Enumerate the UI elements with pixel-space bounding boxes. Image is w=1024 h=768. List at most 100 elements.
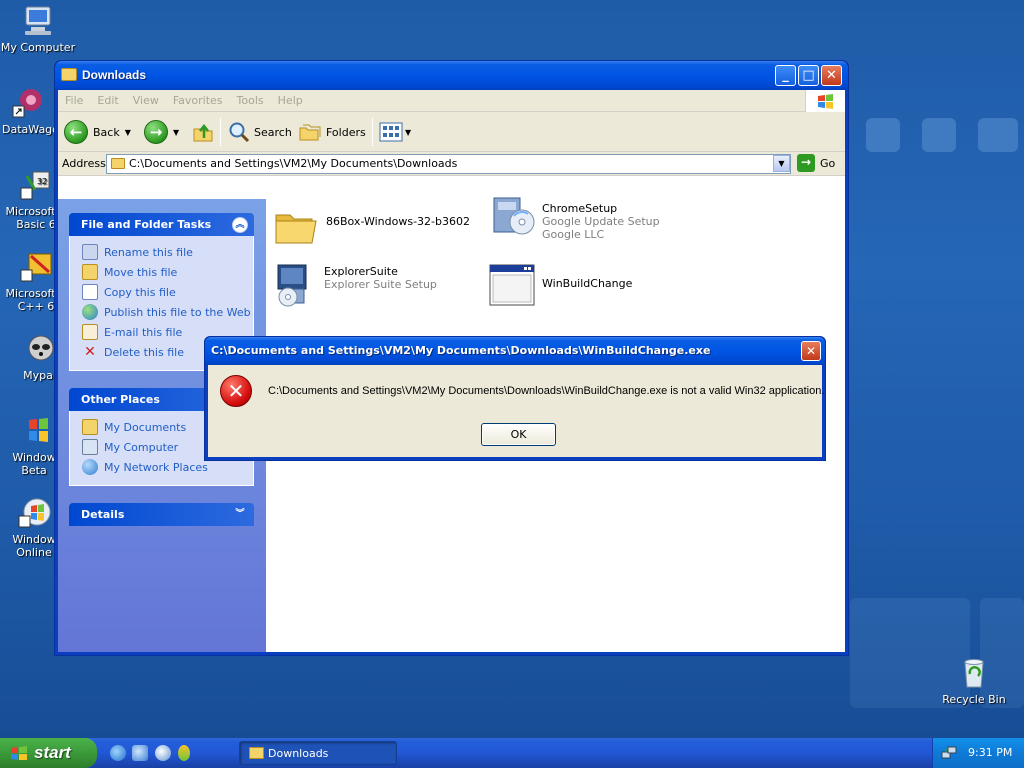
folders-button[interactable]: Folders <box>298 120 366 144</box>
computer-icon <box>21 4 55 38</box>
chevron-down-icon[interactable]: ▼ <box>773 155 790 172</box>
file-description: Google Update Setup <box>542 215 660 228</box>
vb6-icon: 32 <box>19 168 53 202</box>
svg-text:32: 32 <box>37 177 47 186</box>
computer-icon <box>82 439 98 455</box>
task-label: Publish this file to the Web <box>104 305 251 319</box>
task-label: Delete this file <box>104 345 184 359</box>
vcpp6-icon <box>19 250 53 284</box>
dialog-title: C:\Documents and Settings\VM2\My Documen… <box>211 344 711 357</box>
clock[interactable]: 9:31 PM <box>968 746 1012 759</box>
panel-header[interactable]: Details ︾ <box>69 503 254 526</box>
ok-button[interactable]: OK <box>481 423 556 446</box>
back-label: Back <box>93 125 120 139</box>
search-icon <box>229 122 250 143</box>
collapse-icon[interactable]: ︽ <box>232 217 248 233</box>
forward-button[interactable]: → ▼ <box>144 120 179 144</box>
address-label: Address <box>62 157 106 170</box>
taskbar-item-downloads[interactable]: Downloads <box>239 741 397 765</box>
file-name: ExplorerSuite <box>324 265 398 278</box>
address-value: C:\Documents and Settings\VM2\My Documen… <box>129 157 458 170</box>
internet-explorer-icon[interactable] <box>110 745 126 761</box>
start-button[interactable]: start <box>0 738 97 768</box>
chevron-down-icon[interactable]: ▼ <box>173 128 179 137</box>
outlook-express-icon[interactable] <box>132 745 148 761</box>
media-player-icon[interactable] <box>155 745 171 761</box>
file-item[interactable]: ExplorerSuite Explorer Suite Setup <box>270 259 437 307</box>
my-documents-icon <box>82 419 98 435</box>
toolbar-separator <box>372 118 373 146</box>
task-label: Copy this file <box>104 285 176 299</box>
move-icon <box>82 264 98 280</box>
task-label: E-mail this file <box>104 325 183 339</box>
delete-icon: ✕ <box>84 344 96 360</box>
chevron-down-icon[interactable]: ▼ <box>405 128 411 137</box>
back-button[interactable]: ← Back ▼ <box>64 120 131 144</box>
menu-view[interactable]: View <box>126 90 166 107</box>
window-titlebar[interactable]: Downloads _ □ ✕ <box>55 61 848 90</box>
error-message: C:\Documents and Settings\VM2\My Documen… <box>268 385 825 397</box>
start-label: start <box>34 743 71 762</box>
installer-cd-icon <box>488 188 536 236</box>
windows-flag-icon <box>17 414 51 448</box>
error-dialog[interactable]: C:\Documents and Settings\VM2\My Documen… <box>204 336 826 461</box>
task-move[interactable]: Move this file <box>82 262 253 282</box>
messenger-icon[interactable] <box>178 745 190 761</box>
address-input[interactable]: C:\Documents and Settings\VM2\My Documen… <box>106 154 791 174</box>
dialog-titlebar[interactable]: C:\Documents and Settings\VM2\My Documen… <box>205 337 825 365</box>
go-button[interactable]: → Go <box>797 154 835 172</box>
menu-favorites[interactable]: Favorites <box>166 90 230 107</box>
task-rename[interactable]: Rename this file <box>82 242 253 262</box>
minimize-button[interactable]: _ <box>775 65 796 86</box>
desktop-icon-label: Recycle Bin <box>942 693 1006 706</box>
place-label: My Computer <box>104 440 179 454</box>
chevron-down-icon[interactable]: ▼ <box>125 128 131 137</box>
forward-arrow-icon: → <box>144 120 168 144</box>
menu-edit[interactable]: Edit <box>90 90 125 107</box>
menu-tools[interactable]: Tools <box>230 90 271 107</box>
file-name: WinBuildChange <box>542 277 633 290</box>
dialog-close-button[interactable]: ✕ <box>801 341 821 361</box>
windows-flag-icon <box>11 746 27 760</box>
task-copy[interactable]: Copy this file <box>82 282 253 302</box>
windows-logo <box>805 90 845 112</box>
task-publish[interactable]: Publish this file to the Web <box>82 302 253 322</box>
file-item[interactable]: ChromeSetup Google Update Setup Google L… <box>488 188 660 241</box>
network-icon[interactable] <box>941 745 957 761</box>
file-item[interactable]: 86Box-Windows-32-b3602 <box>272 203 470 251</box>
views-button[interactable]: ▼ <box>379 120 411 144</box>
desktop-icon-my-computer[interactable]: My Computer <box>0 4 76 54</box>
details-panel: Details ︾ <box>69 503 254 526</box>
installer-cd-icon <box>270 259 318 307</box>
network-icon <box>82 459 98 475</box>
expand-icon[interactable]: ︾ <box>232 507 248 523</box>
views-icon <box>379 122 403 142</box>
address-bar: Address C:\Documents and Settings\VM2\My… <box>58 152 845 176</box>
raccoon-icon <box>21 332 55 366</box>
file-name: 86Box-Windows-32-b3602 <box>326 215 470 228</box>
close-button[interactable]: ✕ <box>821 65 842 86</box>
windows-online-icon <box>17 496 51 530</box>
file-item[interactable]: WinBuildChange <box>488 261 632 309</box>
search-label: Search <box>254 125 292 139</box>
shortcut-icon <box>11 86 45 120</box>
wallpaper-shape <box>978 118 1018 152</box>
panel-header[interactable]: File and Folder Tasks ︽ <box>69 213 254 236</box>
search-button[interactable]: Search <box>227 120 292 144</box>
desktop-icon-recycle-bin[interactable]: Recycle Bin <box>936 656 1012 706</box>
menu-help[interactable]: Help <box>271 90 310 107</box>
maximize-button[interactable]: □ <box>798 65 819 86</box>
menu-file[interactable]: File <box>58 90 90 107</box>
up-folder-button[interactable] <box>191 120 215 144</box>
up-folder-icon <box>193 123 213 142</box>
error-icon: ✕ <box>220 375 252 407</box>
folder-icon <box>111 158 125 169</box>
menu-bar: File Edit View Favorites Tools Help <box>58 90 845 112</box>
application-window-icon <box>488 261 536 309</box>
dialog-body: ✕ C:\Documents and Settings\VM2\My Docum… <box>208 365 825 457</box>
panel-title: Other Places <box>81 393 160 406</box>
panel-title: File and Folder Tasks <box>81 218 212 231</box>
folder-icon <box>249 747 264 759</box>
toolbar-separator <box>220 118 221 146</box>
taskbar: start Downloads 9:31 PM <box>0 738 1024 768</box>
